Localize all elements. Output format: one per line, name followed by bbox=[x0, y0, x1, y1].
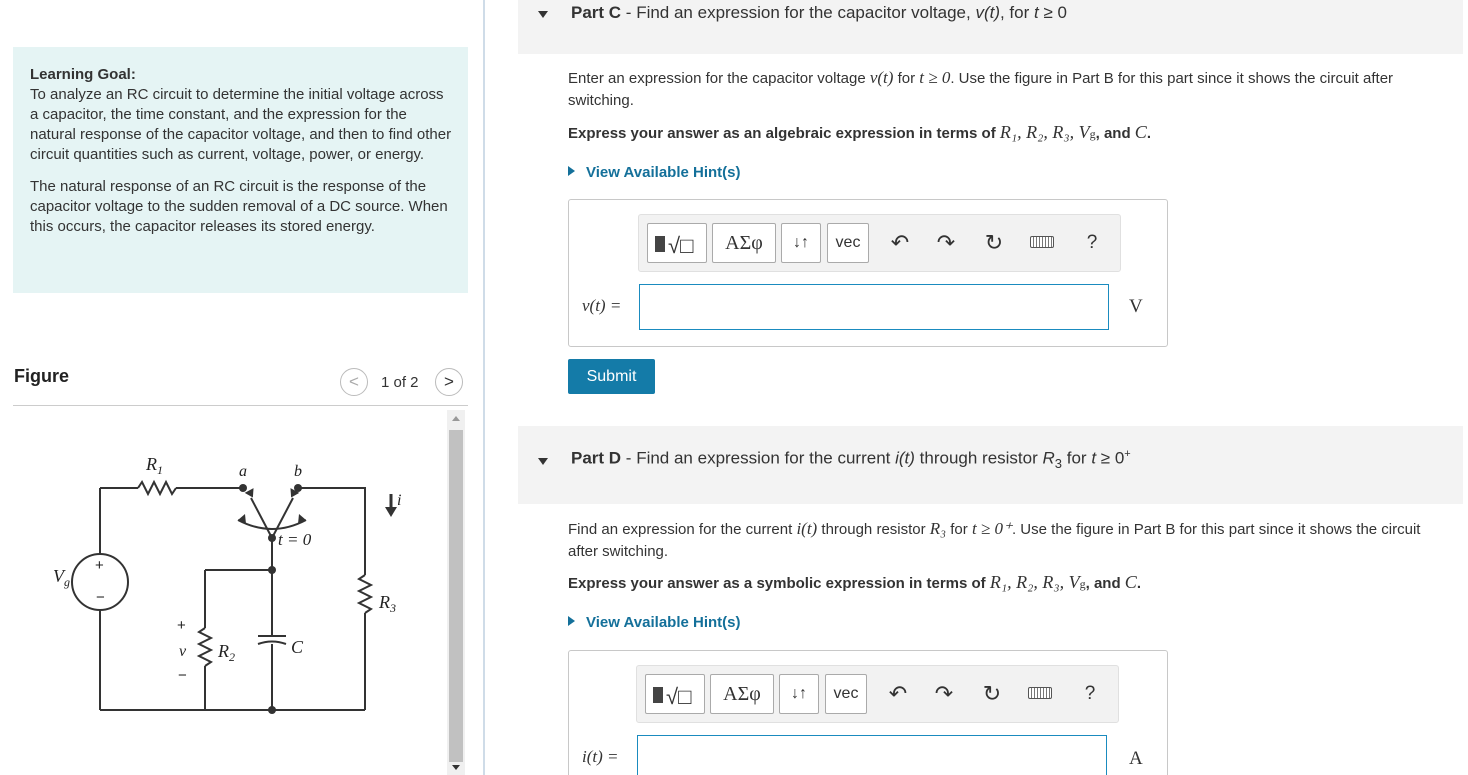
math-toolbar: √□ ΑΣφ ↓↑ vec ↶ ↷ ↻ ? bbox=[638, 214, 1121, 272]
chevron-right-icon: > bbox=[444, 372, 454, 391]
submit-button[interactable]: Submit bbox=[568, 359, 655, 394]
figure-header: Figure < 1 of 2 > bbox=[13, 364, 468, 406]
circuit-diagram: R1 a b t = 0 i Vg R3 R2 C v + − + − bbox=[53, 454, 401, 714]
part-c-instructions: Enter an expression for the capacitor vo… bbox=[568, 68, 1394, 109]
expand-triangle-icon bbox=[568, 616, 575, 626]
template-block-icon bbox=[653, 687, 663, 703]
answer-input[interactable] bbox=[639, 284, 1109, 330]
vector-button[interactable]: vec bbox=[825, 674, 867, 714]
part-c-header[interactable]: Part C - Find an expression for the capa… bbox=[518, 0, 1463, 54]
sqrt-template-icon: √□ bbox=[666, 684, 692, 709]
label-b: b bbox=[294, 463, 302, 480]
left-pane: Learning Goal: To analyze an RC circuit t… bbox=[0, 0, 484, 775]
vector-button[interactable]: vec bbox=[827, 223, 869, 263]
sort-arrows-button[interactable]: ↓↑ bbox=[779, 674, 819, 714]
help-icon[interactable]: ? bbox=[1077, 227, 1107, 259]
right-pane: Part C - Find an expression for the capa… bbox=[485, 0, 1468, 775]
redo-icon[interactable]: ↷ bbox=[931, 227, 961, 259]
label-cap-plus: + bbox=[177, 617, 186, 634]
undo-icon[interactable]: ↶ bbox=[885, 227, 915, 259]
math-toolbar: √□ ΑΣφ ↓↑ vec ↶ ↷ ↻ ? bbox=[636, 665, 1119, 723]
figure-title: Figure bbox=[14, 366, 70, 386]
chevron-left-icon: < bbox=[349, 372, 359, 391]
keyboard-icon[interactable] bbox=[1025, 678, 1055, 710]
learning-goal-text: To analyze an RC circuit to determine th… bbox=[30, 86, 452, 163]
part-d-title: Part D - Find an expression for the curr… bbox=[571, 448, 1131, 472]
scroll-up-icon[interactable] bbox=[452, 416, 460, 421]
capacitor-c bbox=[257, 635, 287, 645]
collapse-caret-icon[interactable] bbox=[538, 11, 548, 18]
figure-scrollbar[interactable] bbox=[447, 410, 465, 775]
label-i: i bbox=[397, 492, 401, 509]
part-c-answer-box: √□ ΑΣφ ↓↑ vec ↶ ↷ ↻ ? v(t) = V bbox=[568, 199, 1168, 347]
expand-triangle-icon bbox=[568, 166, 575, 176]
part-d-hint-link[interactable]: View Available Hint(s) bbox=[568, 614, 741, 631]
label-a: a bbox=[239, 463, 247, 480]
label-vg: Vg bbox=[53, 566, 70, 589]
templates-button[interactable]: √□ bbox=[647, 223, 707, 263]
previous-figure-button[interactable]: < bbox=[340, 368, 368, 396]
answer-label: i(t) = bbox=[582, 747, 619, 766]
undo-icon[interactable]: ↶ bbox=[883, 678, 913, 710]
resistor-r2 bbox=[196, 627, 214, 667]
label-r3: R3 bbox=[378, 592, 396, 615]
help-icon[interactable]: ? bbox=[1075, 678, 1105, 710]
keyboard-icon[interactable] bbox=[1027, 227, 1057, 259]
sort-arrows-button[interactable]: ↓↑ bbox=[781, 223, 821, 263]
label-r2: R2 bbox=[217, 641, 235, 664]
template-block-icon bbox=[655, 236, 665, 252]
part-d-header[interactable]: Part D - Find an expression for the curr… bbox=[518, 426, 1463, 504]
greek-symbols-button[interactable]: ΑΣφ bbox=[712, 223, 776, 263]
redo-icon[interactable]: ↷ bbox=[929, 678, 959, 710]
templates-button[interactable]: √□ bbox=[645, 674, 705, 714]
label-source-minus: − bbox=[96, 589, 105, 606]
switch-arc bbox=[237, 519, 307, 530]
resistor-r1 bbox=[137, 479, 177, 497]
figure-pager-text: 1 of 2 bbox=[381, 374, 419, 391]
learning-goal-title: Learning Goal: bbox=[30, 66, 136, 83]
part-d-answer-box: √□ ΑΣφ ↓↑ vec ↶ ↷ ↻ ? i(t) = A bbox=[568, 650, 1168, 775]
learning-goal-box: Learning Goal: To analyze an RC circuit t… bbox=[13, 47, 468, 293]
switch-arm-a bbox=[250, 497, 273, 539]
part-d-instructions: Find an expression for the current i(t) … bbox=[568, 519, 1421, 560]
sqrt-template-icon: √□ bbox=[668, 233, 694, 258]
answer-label: v(t) = bbox=[582, 296, 622, 315]
label-t0: t = 0 bbox=[278, 530, 312, 549]
answer-unit: V bbox=[1129, 296, 1143, 317]
part-c-hint-link[interactable]: View Available Hint(s) bbox=[568, 164, 741, 181]
label-source-plus: + bbox=[95, 557, 104, 574]
scrollbar-thumb[interactable] bbox=[449, 430, 463, 762]
resistor-r3 bbox=[356, 574, 374, 614]
label-r1: R1 bbox=[145, 454, 163, 477]
answer-unit: A bbox=[1129, 748, 1143, 769]
part-c-title: Part C - Find an expression for the capa… bbox=[571, 3, 1067, 22]
reset-icon[interactable]: ↻ bbox=[979, 227, 1009, 259]
label-c: C bbox=[291, 637, 304, 657]
scroll-down-icon[interactable] bbox=[452, 765, 460, 770]
answer-input[interactable] bbox=[637, 735, 1107, 775]
label-v: v bbox=[179, 643, 187, 660]
reset-icon[interactable]: ↻ bbox=[977, 678, 1007, 710]
label-cap-minus: − bbox=[178, 667, 187, 684]
learning-goal-paragraph: The natural response of an RC circuit is… bbox=[30, 178, 448, 235]
collapse-caret-icon[interactable] bbox=[538, 458, 548, 465]
next-figure-button[interactable]: > bbox=[435, 368, 463, 396]
part-d-express-text: Express your answer as a symbolic expres… bbox=[568, 572, 1141, 592]
greek-symbols-button[interactable]: ΑΣφ bbox=[710, 674, 774, 714]
part-c-express-text: Express your answer as an algebraic expr… bbox=[568, 122, 1151, 142]
